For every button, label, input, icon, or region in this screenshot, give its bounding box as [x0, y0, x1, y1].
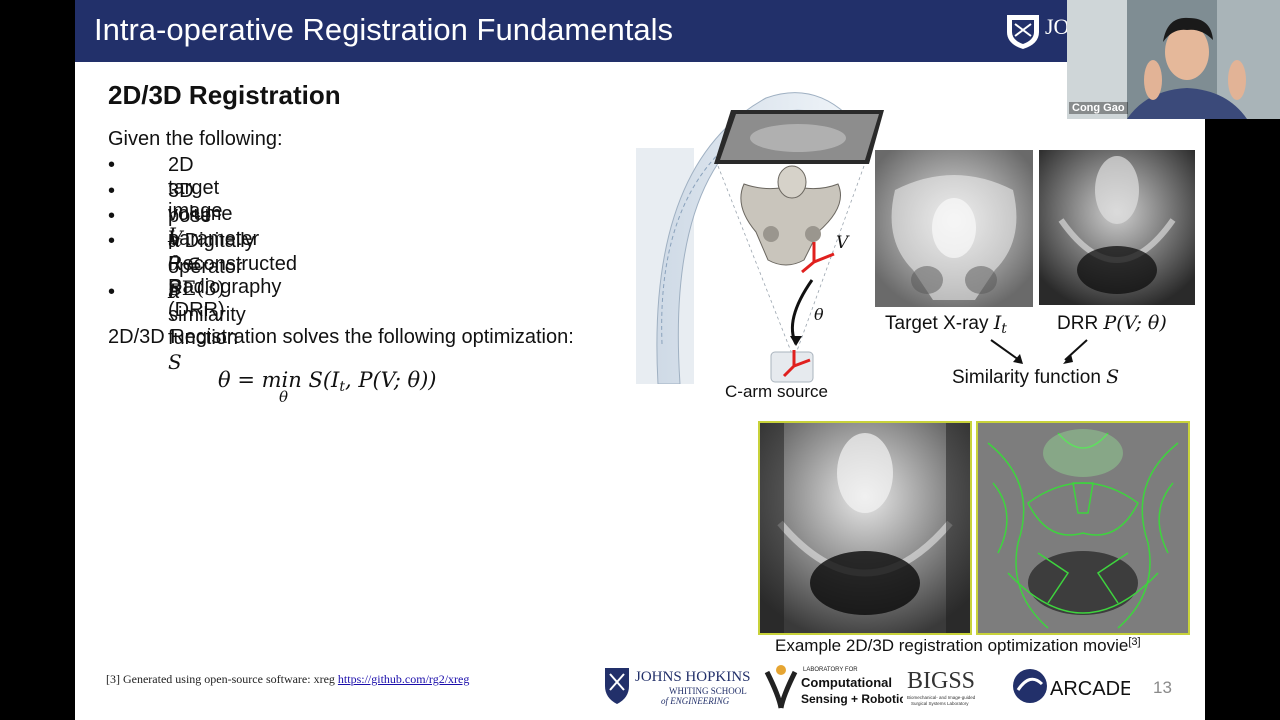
- reference-superscript: [3]: [1128, 636, 1141, 648]
- lcsr-logo-text: Sensing + Robotics: [801, 692, 903, 706]
- lcsr-logo-text: LABORATORY FOR: [803, 667, 858, 673]
- caption-math: S: [1106, 366, 1120, 388]
- label-theta: θ: [814, 305, 824, 324]
- label-volume: V: [836, 233, 850, 253]
- bigss-logo-subtext: Surgical Systems Laboratory: [911, 701, 969, 706]
- bigss-logo: BIGSS Biomechanical- and Image-guided Su…: [907, 668, 976, 706]
- jhu-logo-subtext: WHITING SCHOOL: [669, 686, 747, 696]
- page-number: 13: [1153, 678, 1172, 697]
- arcade-logo: ARCADE: [1013, 669, 1130, 703]
- detector-panel: [714, 110, 884, 164]
- equation-rhs: S(: [308, 368, 332, 392]
- intro-text: Given the following:: [108, 128, 283, 150]
- movie-overlay-frame: [976, 421, 1190, 635]
- bullet-item: • 3D volume V: [108, 180, 233, 250]
- optimization-equation: θ = min S(It, P(V; θ)) θ: [218, 368, 437, 406]
- webcam-video: Cong Gao: [1067, 0, 1280, 119]
- movie-drr-frame: [758, 421, 972, 635]
- target-xray-image: [875, 150, 1033, 307]
- webcam-name-label: Cong Gao: [1069, 102, 1128, 114]
- bigss-logo-subtext: Biomechanical- and Image-guided: [907, 695, 976, 700]
- c-arm-diagram: V θ: [636, 92, 884, 384]
- jhu-logo-subtext: of ENGINEERING: [661, 696, 730, 706]
- bullet-item: • a similarity function S: [108, 281, 246, 374]
- jhu-whiting-logo: JOHNS HOPKINS WHITING SCHOOL of ENGINEER…: [605, 668, 750, 706]
- caption-text: DRR: [1057, 313, 1104, 334]
- bullet-math: S: [168, 350, 182, 374]
- arcade-logo-text: ARCADE: [1050, 678, 1130, 700]
- pelvis-model: [740, 165, 841, 266]
- footnote: [3] Generated using open-source software…: [106, 672, 469, 687]
- bullet-item: • 2D target image It: [108, 154, 223, 250]
- title-bar: Intra-operative Registration Fundamental…: [75, 0, 1205, 62]
- jhu-logo-text: JOHNS HOPKINS: [635, 669, 750, 685]
- movie-caption: Example 2D/3D registration optimization …: [775, 636, 1141, 656]
- drr-caption: DRR P(V; θ): [1057, 312, 1167, 335]
- lcsr-logo-text: Computational: [801, 675, 892, 690]
- optimization-intro: 2D/3D Registration solves the following …: [108, 326, 574, 348]
- slide-title: Intra-operative Registration Fundamental…: [94, 12, 673, 47]
- section-heading: 2D/3D Registration: [108, 80, 341, 110]
- lcsr-logo: LABORATORY FOR Computational Sensing + R…: [764, 665, 903, 709]
- slide: Intra-operative Registration Fundamental…: [75, 0, 1205, 720]
- equation-rhs-end: , P(V; θ)): [344, 368, 437, 392]
- bullet-item: • a Digitally Reconstructed Radiography …: [108, 230, 297, 321]
- c-arm-caption: C-arm source: [725, 382, 828, 401]
- drr-image: [1039, 150, 1195, 305]
- equation-min-subscript: θ: [279, 388, 289, 406]
- caption-math: P(V; θ): [1103, 312, 1167, 334]
- caption-text: Target X-ray: [885, 313, 994, 334]
- bullet-item: • pose parameter θ ∈ SE(3): [108, 205, 260, 300]
- footnote-text: [3] Generated using open-source software…: [106, 672, 338, 686]
- bullet-text: operator: [168, 256, 243, 278]
- caption-text: Similarity function: [952, 367, 1107, 388]
- caption-text: Example 2D/3D registration optimization …: [775, 636, 1129, 655]
- jhu-shield-icon: [1007, 15, 1039, 49]
- equation-lhs: θ = min: [218, 368, 302, 392]
- xreg-link[interactable]: https://github.com/rg2/xreg: [338, 672, 469, 686]
- similarity-caption: Similarity function S: [952, 366, 1119, 389]
- similarity-arrows: [990, 339, 1088, 364]
- bigss-logo-text: BIGSS: [907, 668, 975, 694]
